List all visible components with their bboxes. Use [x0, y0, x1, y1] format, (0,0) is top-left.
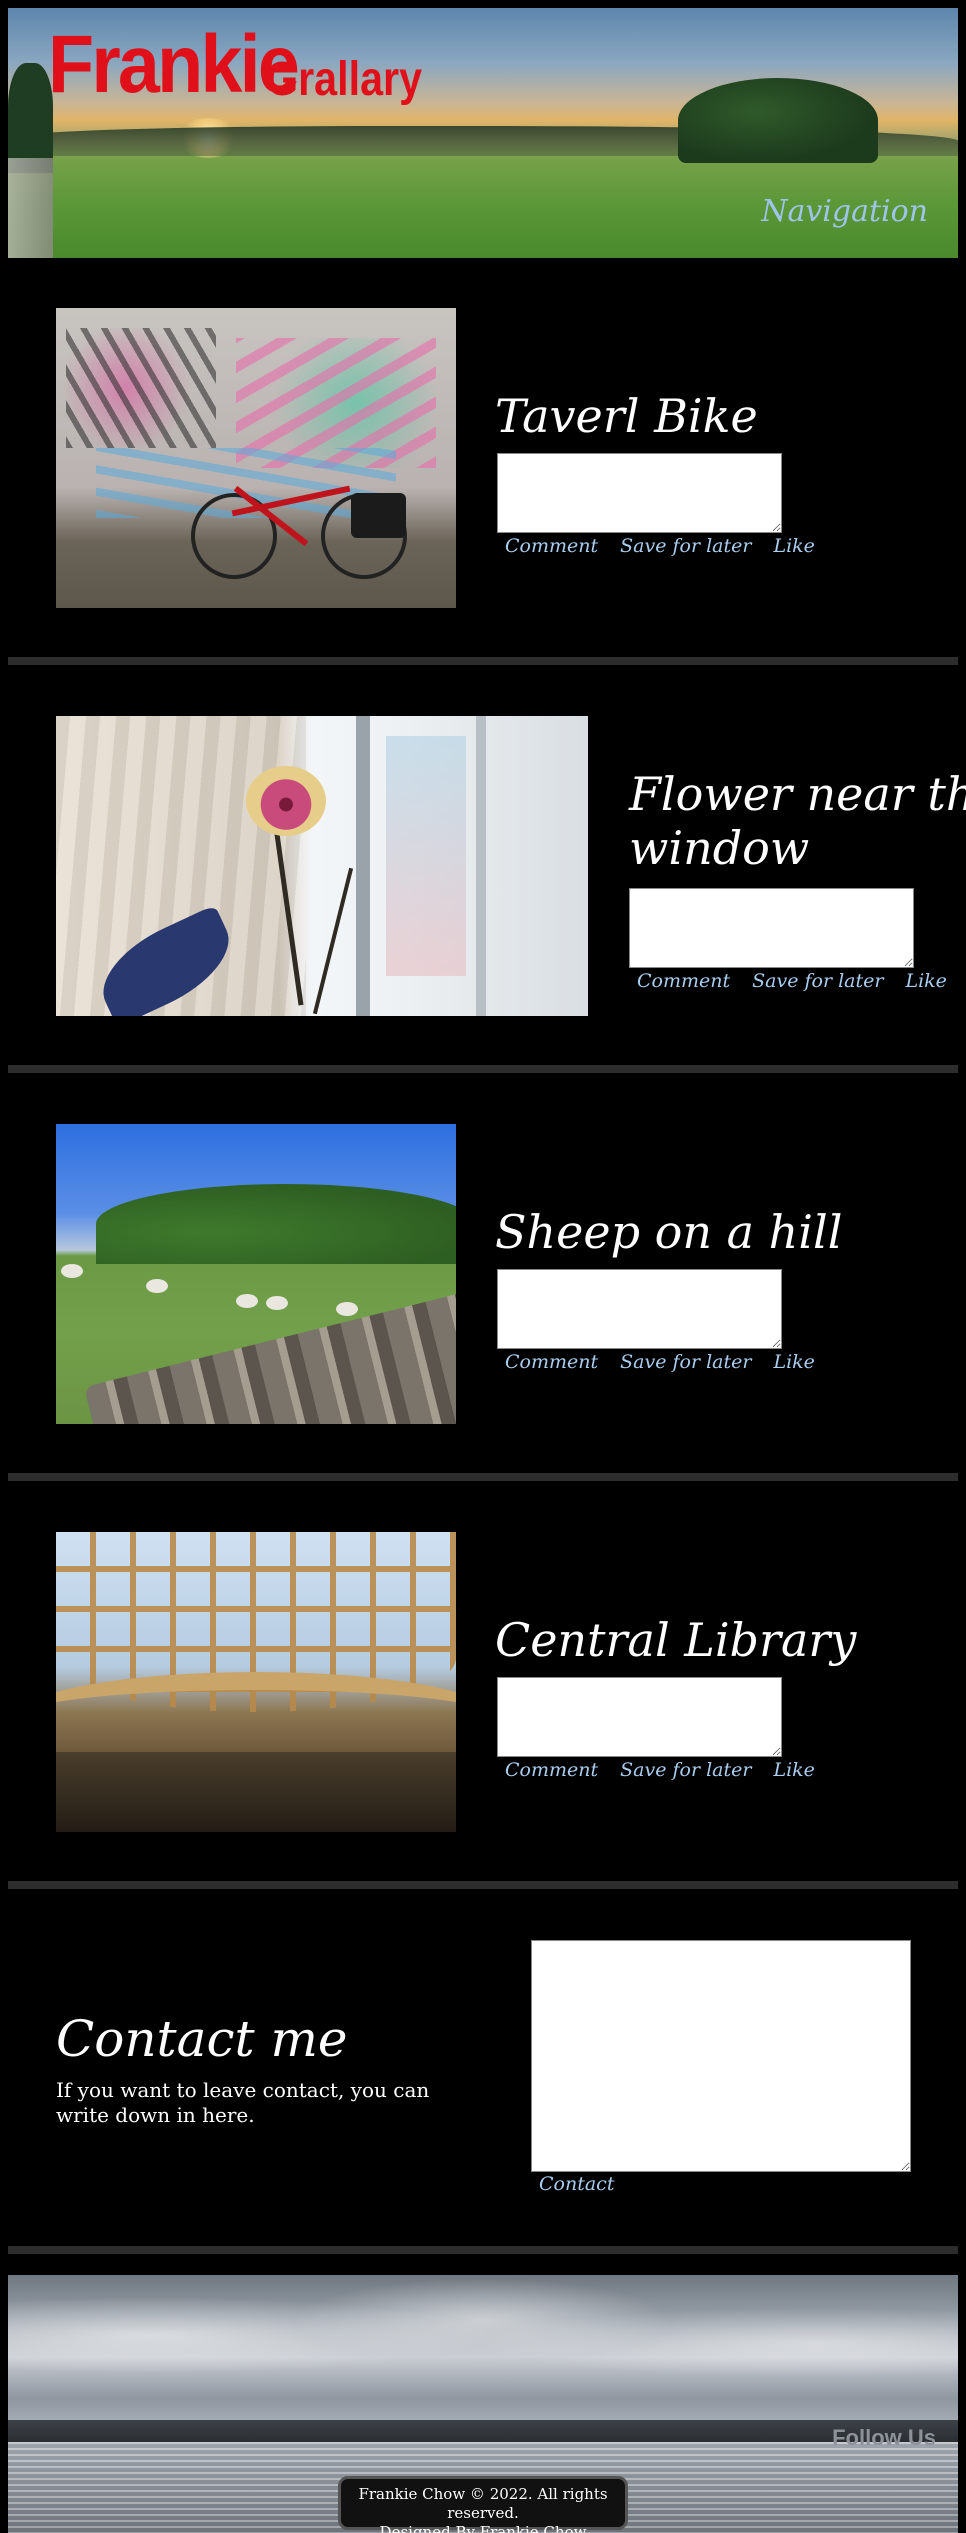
comment-textarea[interactable] — [497, 1677, 782, 1757]
logo-main-text: Frankie — [48, 19, 300, 110]
comment-textarea[interactable] — [497, 1269, 782, 1349]
section-divider — [8, 657, 958, 665]
footer: Follow Us Frankie Chow © 2022. All right… — [8, 2275, 958, 2533]
banner-tree-left — [8, 63, 53, 173]
header-banner: Frankie Grallary Navigation — [8, 8, 958, 258]
like-link[interactable]: Like — [773, 1759, 814, 1781]
banner-tree-clump — [678, 78, 878, 163]
footer-skyline — [8, 2420, 958, 2442]
contact-link[interactable]: Contact — [539, 2173, 614, 2195]
post-flower-window: Flower near the window Comment Save for … — [8, 716, 966, 1016]
post-title: Sheep on a hill — [495, 1205, 843, 1259]
section-divider — [8, 1065, 958, 1073]
like-link[interactable]: Like — [773, 1351, 814, 1373]
like-link[interactable]: Like — [905, 970, 946, 992]
post-taverl-bike: Taverl Bike Comment Save for later Like — [8, 308, 958, 608]
post-actions: Comment Save for later Like — [505, 1759, 815, 1781]
navigation-link[interactable]: Navigation — [761, 194, 928, 229]
logo-sub-text: Grallary — [266, 53, 423, 106]
post-actions: Comment Save for later Like — [505, 1351, 815, 1373]
post-title-line2: window — [629, 821, 810, 875]
section-divider — [8, 1881, 958, 1889]
comment-link[interactable]: Comment — [505, 1351, 598, 1373]
comment-link[interactable]: Comment — [637, 970, 730, 992]
comment-textarea[interactable] — [497, 453, 782, 533]
section-divider — [8, 2246, 958, 2254]
post-image-sheep — [56, 1124, 456, 1424]
comment-textarea[interactable] — [629, 888, 914, 968]
designer-text: Designed By Frankie Chow — [379, 2523, 587, 2533]
post-sheep-hill: Sheep on a hill Comment Save for later L… — [8, 1124, 958, 1424]
comment-link[interactable]: Comment — [505, 1759, 598, 1781]
post-image-bike — [56, 308, 456, 608]
post-actions: Comment Save for later Like — [505, 535, 815, 557]
post-image-flower — [56, 716, 588, 1016]
save-for-later-link[interactable]: Save for later — [620, 1759, 751, 1781]
save-for-later-link[interactable]: Save for later — [620, 1351, 751, 1373]
post-image-library — [56, 1532, 456, 1832]
copyright-box: Frankie Chow © 2022. All rights reserved… — [338, 2476, 628, 2533]
footer-clouds — [8, 2275, 958, 2425]
comment-link[interactable]: Comment — [505, 535, 598, 557]
contact-textarea[interactable] — [531, 1940, 911, 2172]
post-central-library: Central Library Comment Save for later L… — [8, 1532, 958, 1832]
save-for-later-link[interactable]: Save for later — [752, 970, 883, 992]
banner-path — [8, 158, 53, 258]
section-divider — [8, 1473, 958, 1481]
post-title: Taverl Bike — [495, 389, 758, 443]
save-for-later-link[interactable]: Save for later — [620, 535, 751, 557]
site-logo[interactable]: Frankie Grallary — [48, 18, 422, 112]
post-title: Central Library — [495, 1613, 857, 1667]
post-actions: Comment Save for later Like — [637, 970, 947, 992]
like-link[interactable]: Like — [773, 535, 814, 557]
copyright-text: Frankie Chow © 2022. All rights reserved… — [358, 2485, 608, 2522]
contact-form: Contact — [8, 1940, 958, 2200]
follow-us-link[interactable]: Follow Us — [832, 2425, 936, 2451]
post-title-line1: Flower near the — [629, 767, 966, 821]
